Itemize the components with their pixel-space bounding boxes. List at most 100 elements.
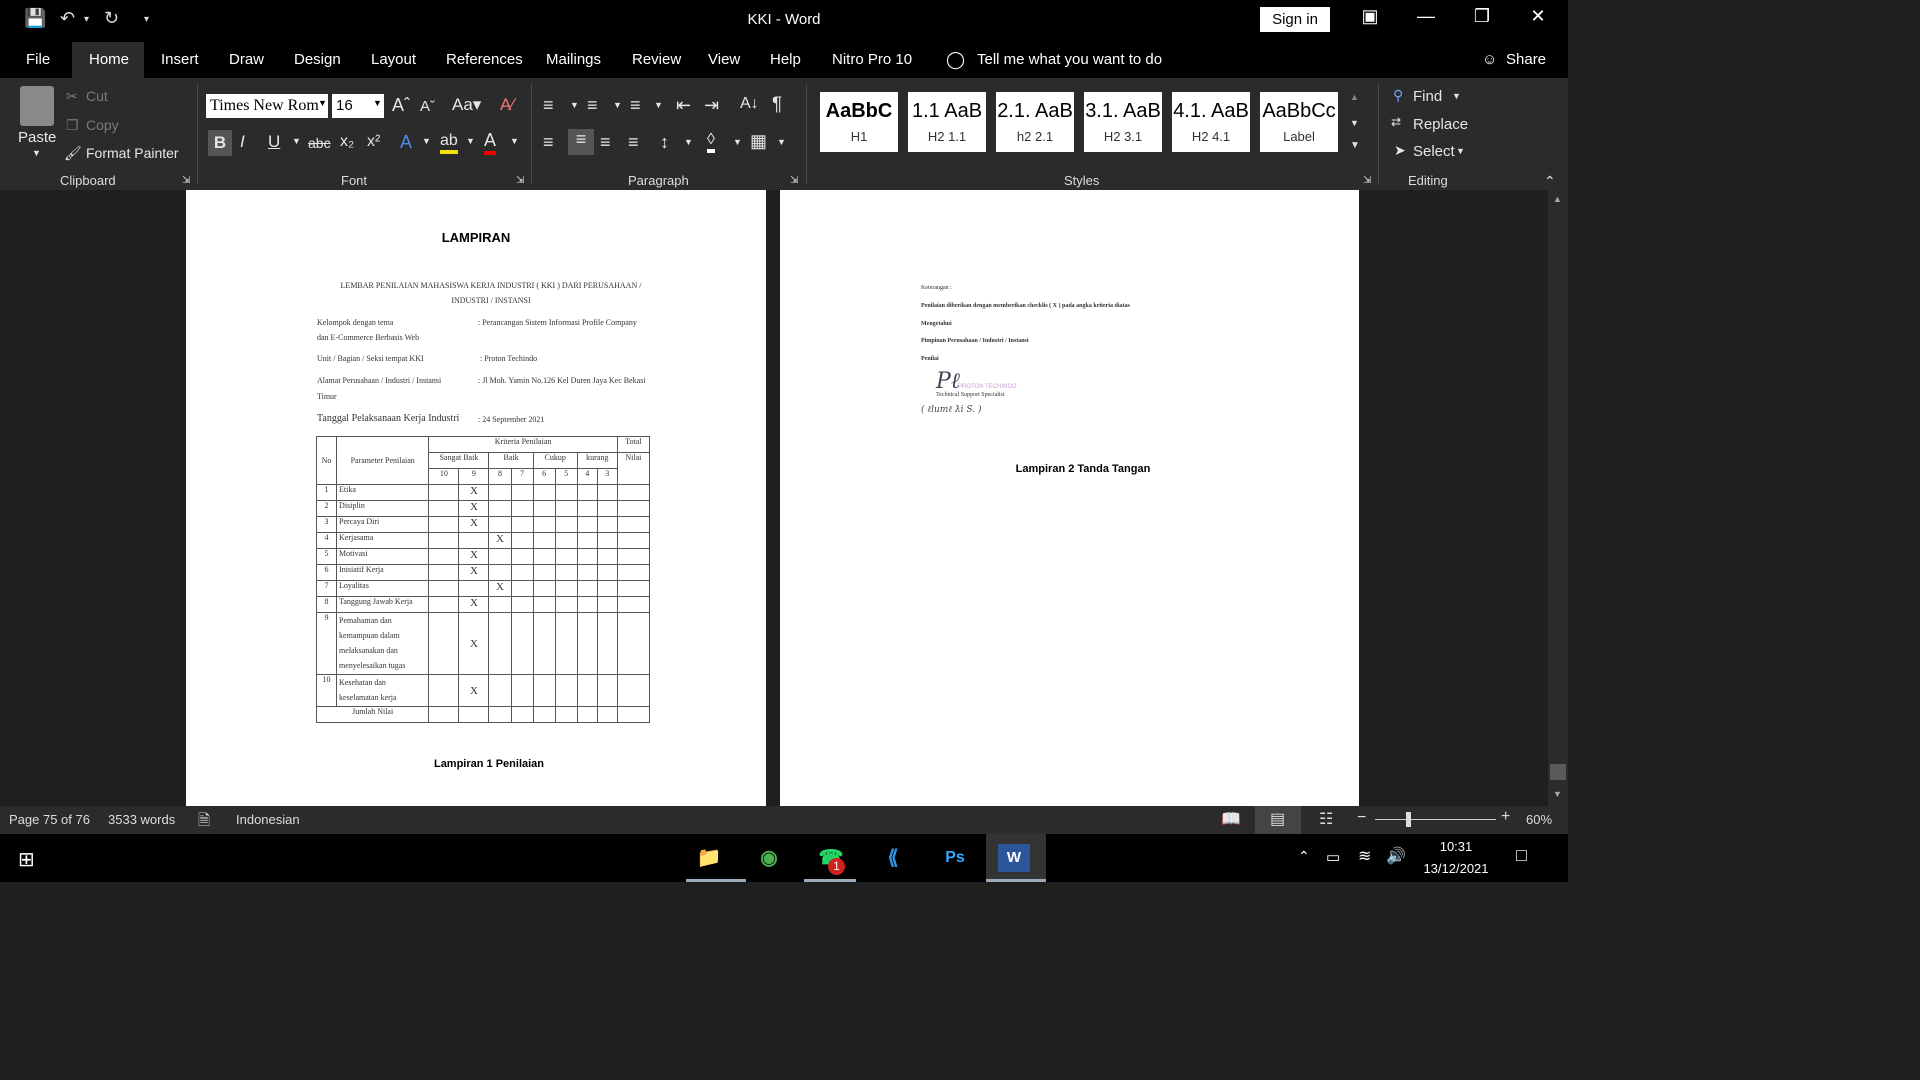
align-center-icon[interactable]: ≡ <box>568 129 594 155</box>
minimize-button[interactable]: — <box>1406 6 1446 27</box>
styles-scroll-up-icon[interactable]: ▲ <box>1350 92 1359 102</box>
select-icon[interactable]: ➤ <box>1394 142 1406 159</box>
decrease-indent-icon[interactable]: ⇤ <box>676 95 691 116</box>
style-h2-4-1[interactable]: 4.1. AaB H2 4.1 <box>1172 92 1250 152</box>
align-right-icon[interactable]: ≡ <box>600 132 611 153</box>
paste-icon[interactable] <box>20 86 54 126</box>
font-color-icon[interactable]: A <box>484 130 497 155</box>
windows-start-icon[interactable]: ⊞ <box>18 847 35 872</box>
style-h2-3-1[interactable]: 3.1. AaB H2 3.1 <box>1084 92 1162 152</box>
borders-icon[interactable]: ▦ <box>750 131 767 152</box>
battery-icon[interactable]: ▭ <box>1326 848 1340 866</box>
style-h2-2-1[interactable]: 2.1. AaB h2 2.1 <box>996 92 1074 152</box>
ribbon-display-options-icon[interactable]: ▣ <box>1350 6 1390 27</box>
scroll-down-icon[interactable]: ▼ <box>1553 789 1562 799</box>
word-count[interactable]: 3533 words <box>108 812 175 827</box>
styles-launcher-icon[interactable]: ⇲ <box>1363 175 1371 186</box>
shading-dropdown-icon[interactable]: ▼ <box>733 137 742 147</box>
sort-icon[interactable]: A↓ <box>740 95 759 113</box>
tab-design[interactable]: Design <box>294 51 341 68</box>
underline-icon[interactable]: U <box>268 132 280 152</box>
tab-help[interactable]: Help <box>770 51 801 68</box>
line-spacing-dropdown-icon[interactable]: ▼ <box>684 137 693 147</box>
bullets-dropdown-icon[interactable]: ▼ <box>570 100 579 110</box>
replace-icon[interactable]: ⇄ <box>1391 115 1401 129</box>
vertical-scrollbar[interactable]: ▲ ▼ <box>1548 190 1568 806</box>
collapse-ribbon-icon[interactable]: ⌃ <box>1544 173 1556 190</box>
font-size-dropdown-icon[interactable]: ▼ <box>373 98 382 108</box>
superscript-icon[interactable]: x² <box>367 133 380 151</box>
tab-file[interactable]: File <box>26 51 50 68</box>
vscode-icon[interactable]: ⟪ <box>874 843 912 873</box>
italic-icon[interactable]: I <box>240 132 245 152</box>
tab-draw[interactable]: Draw <box>229 51 264 68</box>
page-count[interactable]: Page 75 of 76 <box>9 812 90 827</box>
language[interactable]: Indonesian <box>236 812 300 827</box>
highlight-icon[interactable]: ab <box>440 132 458 154</box>
text-effects-icon[interactable]: A <box>400 132 412 153</box>
zoom-out-icon[interactable]: − <box>1357 809 1366 827</box>
proofing-icon[interactable]: 🗎 <box>198 810 210 835</box>
tab-home[interactable]: Home <box>89 51 129 68</box>
wifi-icon[interactable]: ≋ <box>1358 846 1371 866</box>
page-76[interactable]: Keterangan : Penilaian diberikan dengan … <box>780 190 1359 806</box>
bullets-icon[interactable]: ≡ <box>543 95 554 116</box>
file-explorer-icon[interactable]: 📁 <box>690 843 728 873</box>
zoom-slider-track[interactable] <box>1375 819 1496 820</box>
borders-dropdown-icon[interactable]: ▼ <box>777 137 786 147</box>
format-painter-icon[interactable]: 🖌 <box>64 145 82 162</box>
scroll-up-icon[interactable]: ▲ <box>1553 194 1562 204</box>
tab-references[interactable]: References <box>446 51 523 68</box>
underline-dropdown-icon[interactable]: ▼ <box>292 136 301 146</box>
document-canvas[interactable]: LAMPIRAN LEMBAR PENILAIAN MAHASISWA KERJ… <box>0 190 1548 806</box>
paste-button[interactable]: Paste <box>18 129 56 146</box>
show-hidden-icons-icon[interactable]: ⌃ <box>1298 848 1310 865</box>
style-h1[interactable]: AaBbC H1 <box>820 92 898 152</box>
styles-more-icon[interactable]: ▼ <box>1350 140 1360 151</box>
shading-icon[interactable]: ◊ <box>707 131 715 153</box>
paste-dropdown-icon[interactable]: ▼ <box>32 148 41 158</box>
subscript-icon[interactable]: x₂ <box>340 133 354 151</box>
format-painter-button[interactable]: Format Painter <box>86 145 179 161</box>
justify-icon[interactable]: ≡ <box>628 132 639 153</box>
sign-in-button[interactable]: Sign in <box>1260 7 1330 32</box>
change-case-icon[interactable]: Aa▾ <box>452 95 481 115</box>
increase-indent-icon[interactable]: ⇥ <box>704 95 719 116</box>
share-icon[interactable]: ☺ <box>1482 51 1497 68</box>
page-75[interactable]: LAMPIRAN LEMBAR PENILAIAN MAHASISWA KERJ… <box>186 190 766 806</box>
close-button[interactable]: ✕ <box>1518 6 1558 27</box>
read-mode-icon[interactable]: 📖 <box>1221 809 1241 829</box>
multilevel-dropdown-icon[interactable]: ▼ <box>654 100 663 110</box>
replace-button[interactable]: Replace <box>1413 116 1468 133</box>
zoom-level[interactable]: 60% <box>1526 812 1552 827</box>
line-spacing-icon[interactable]: ↕ <box>660 132 669 153</box>
multilevel-list-icon[interactable]: ≡ <box>630 95 641 116</box>
scroll-thumb[interactable] <box>1550 764 1566 780</box>
select-dropdown-icon[interactable]: ▼ <box>1456 146 1465 156</box>
clock-time[interactable]: 10:31 <box>1424 839 1488 854</box>
font-family-dropdown-icon[interactable]: ▼ <box>318 98 327 108</box>
numbering-dropdown-icon[interactable]: ▼ <box>613 100 622 110</box>
tab-layout[interactable]: Layout <box>371 51 416 68</box>
paragraph-launcher-icon[interactable]: ⇲ <box>790 175 798 186</box>
volume-icon[interactable]: 🔊 <box>1386 846 1406 866</box>
chrome-icon[interactable]: ◉ <box>750 843 788 873</box>
grow-font-icon[interactable]: Aˆ <box>392 95 410 116</box>
photoshop-icon[interactable]: Ps <box>936 843 974 873</box>
tab-mailings[interactable]: Mailings <box>546 51 601 68</box>
clock-date[interactable]: 13/12/2021 <box>1414 861 1498 876</box>
tell-me-search[interactable]: Tell me what you want to do <box>977 51 1162 68</box>
font-family-select[interactable]: Times New Rom <box>206 94 328 118</box>
align-left-icon[interactable]: ≡ <box>543 132 554 153</box>
text-effects-dropdown-icon[interactable]: ▼ <box>422 136 431 146</box>
font-launcher-icon[interactable]: ⇲ <box>516 175 524 186</box>
select-button[interactable]: Select <box>1413 143 1455 160</box>
notifications-icon[interactable]: □ <box>1516 845 1527 866</box>
clear-formatting-icon[interactable]: A∕ <box>500 95 514 115</box>
find-icon[interactable]: ⚲ <box>1393 87 1403 104</box>
tab-review[interactable]: Review <box>632 51 681 68</box>
highlight-dropdown-icon[interactable]: ▼ <box>466 136 475 146</box>
find-button[interactable]: Find <box>1413 88 1442 105</box>
strikethrough-icon[interactable]: abc <box>308 135 331 151</box>
find-dropdown-icon[interactable]: ▼ <box>1452 91 1461 101</box>
